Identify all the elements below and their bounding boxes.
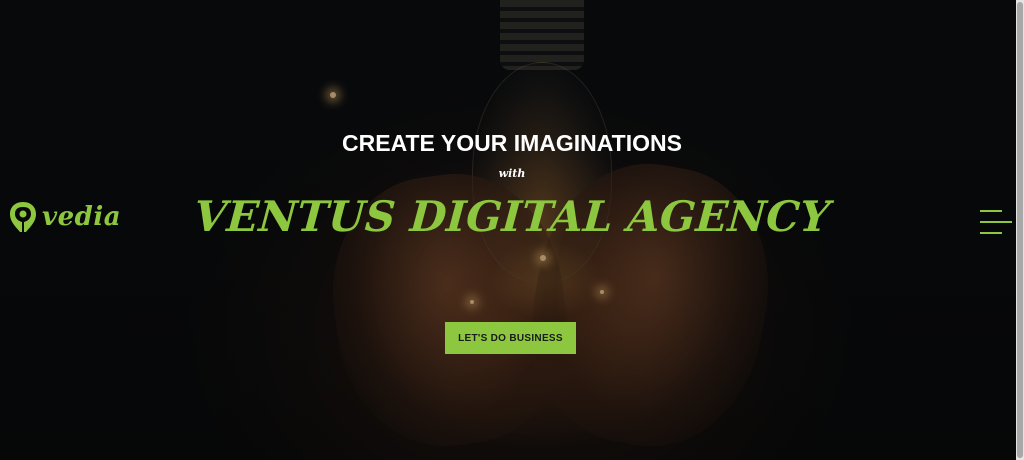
menu-line	[980, 210, 1002, 212]
vertical-scrollbar[interactable]	[1016, 0, 1024, 460]
hero-headline: CREATE YOUR IMAGINATIONS	[342, 130, 682, 156]
scrollbar-thumb[interactable]	[1017, 2, 1023, 458]
menu-line	[980, 221, 1012, 223]
lets-do-business-button[interactable]: LET'S DO BUSINESS	[445, 322, 576, 354]
agency-name: VENTUS DIGITAL AGENCY	[192, 192, 832, 241]
hero-connector: with	[498, 167, 526, 180]
menu-line	[980, 232, 1002, 234]
hamburger-menu-icon[interactable]	[980, 210, 1014, 234]
